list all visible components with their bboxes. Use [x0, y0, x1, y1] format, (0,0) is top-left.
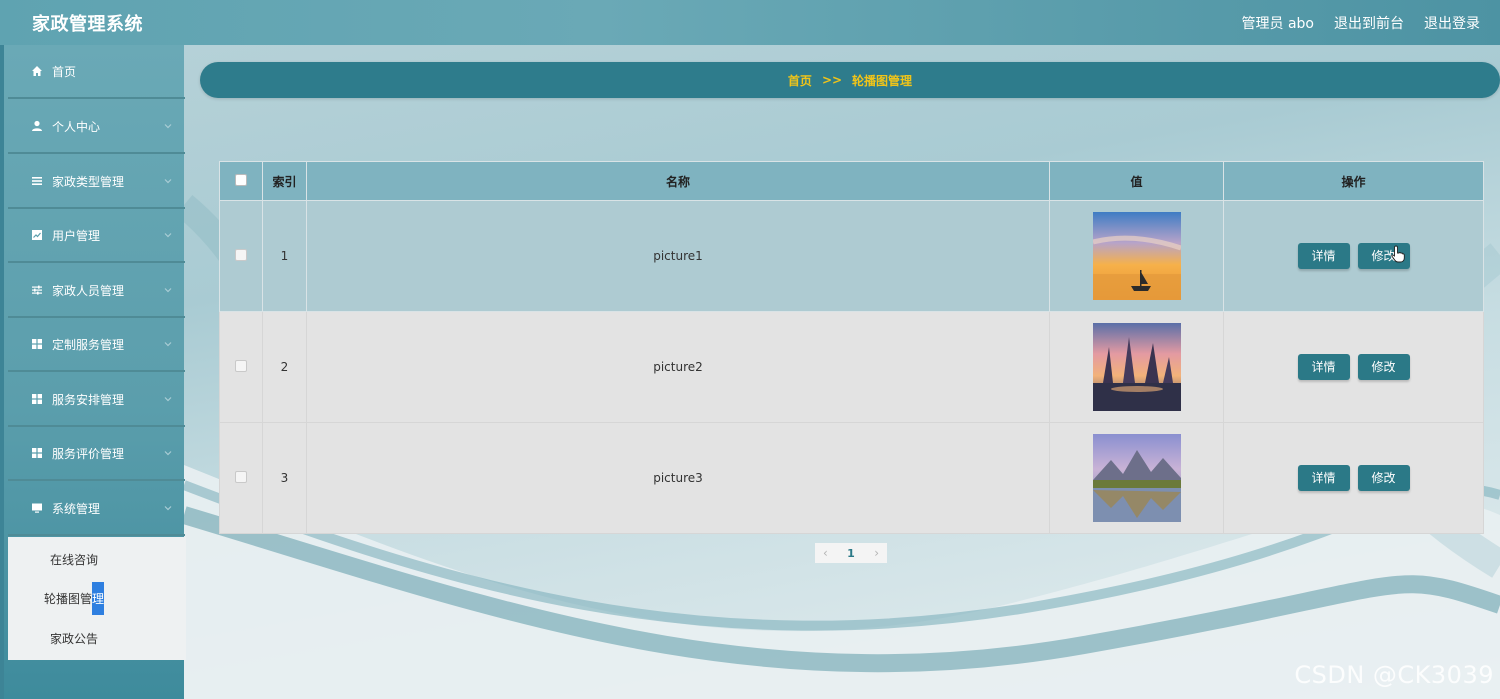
text-selection-highlight: 理 [92, 581, 105, 615]
mountain-lake-image[interactable] [1092, 434, 1181, 522]
column-header-index: 索引 [262, 161, 307, 201]
submenu-item-label: 轮播图管 [44, 591, 93, 606]
sidebar-item-label: 家政人员管理 [52, 283, 125, 298]
row-name: picture1 [306, 200, 1050, 312]
sidebar-item-label: 系统管理 [52, 501, 101, 516]
submenu-item-carousel[interactable]: 轮播图管理 [8, 578, 186, 618]
grid-icon [30, 392, 44, 406]
sidebar-item-label: 个人中心 [52, 119, 101, 134]
grid-icon [30, 446, 44, 460]
sidebar-item-label: 服务评价管理 [52, 446, 125, 461]
top-links: 管理员 abo 退出到前台 退出登录 [1242, 13, 1480, 33]
row-checkbox-cell [219, 422, 263, 534]
row-checkbox-cell [219, 200, 263, 312]
sidebar-item-custom-services[interactable]: 定制服务管理 [8, 318, 185, 372]
row-actions-cell: 详情 修改 [1223, 422, 1484, 534]
column-header-actions: 操作 [1223, 161, 1484, 201]
select-all-cell [219, 161, 263, 201]
app-title: 家政管理系统 [32, 13, 143, 35]
detail-button[interactable]: 详情 [1297, 465, 1350, 491]
row-name: picture2 [306, 311, 1050, 423]
sidebar-item-home[interactable]: 首页 [8, 45, 185, 99]
list-icon [30, 174, 44, 188]
sidebar-item-service-types[interactable]: 家政类型管理 [8, 155, 185, 209]
column-header-name: 名称 [306, 161, 1050, 201]
sidebar-item-service-schedule[interactable]: 服务安排管理 [8, 373, 185, 427]
row-value-cell [1049, 311, 1224, 423]
home-icon [30, 64, 44, 78]
chevron-down-icon [164, 342, 172, 347]
sidebar: 首页 个人中心 家政类型管理 用户管理 家政人员管理 定制服务管理 服务安排管理… [0, 45, 186, 699]
row-checkbox[interactable] [235, 359, 247, 372]
next-page-icon[interactable]: › [874, 546, 879, 560]
submenu-item-online-consult[interactable]: 在线咨询 [8, 539, 186, 579]
hand-cursor-icon [1391, 245, 1405, 263]
watermark: CSDN @CK3039 [1294, 661, 1494, 689]
chart-icon [30, 228, 44, 242]
grid-icon [30, 337, 44, 351]
chevron-down-icon [164, 451, 172, 456]
row-index: 1 [262, 200, 307, 312]
chevron-down-icon [164, 124, 172, 129]
sidebar-item-label: 用户管理 [52, 228, 101, 243]
row-value-cell [1049, 200, 1224, 312]
submenu-item-label: 在线咨询 [50, 552, 99, 567]
row-checkbox[interactable] [235, 248, 247, 261]
sunset-boat-image[interactable] [1092, 212, 1181, 300]
chevron-down-icon [164, 288, 172, 293]
sidebar-item-users[interactable]: 用户管理 [8, 209, 185, 263]
detail-button[interactable]: 详情 [1297, 243, 1350, 269]
chevron-down-icon [164, 179, 172, 184]
row-checkbox[interactable] [235, 470, 247, 483]
prev-page-icon[interactable]: ‹ [823, 546, 828, 560]
row-checkbox-cell [219, 311, 263, 423]
user-icon [30, 119, 44, 133]
sidebar-item-label: 服务安排管理 [52, 392, 125, 407]
sidebar-item-system[interactable]: 系统管理 [8, 482, 185, 536]
monitor-icon [30, 501, 44, 515]
select-all-checkbox[interactable] [235, 173, 247, 186]
logout-link[interactable]: 退出登录 [1424, 13, 1480, 33]
breadcrumb-home[interactable]: 首页 [788, 72, 812, 89]
table-row: 3 picture3 详情 修改 [219, 422, 1484, 534]
pagination: ‹ 1 › [815, 543, 887, 563]
row-index: 2 [262, 311, 307, 423]
table-header-row: 索引 名称 值 操作 [219, 161, 1484, 201]
edit-button[interactable]: 修改 [1357, 465, 1410, 491]
sidebar-item-service-reviews[interactable]: 服务评价管理 [8, 427, 185, 481]
sidebar-item-label: 首页 [52, 64, 77, 79]
table-row: 1 picture1 详情 修改 [219, 200, 1484, 312]
table-row: 2 picture2 详情 修改 [219, 311, 1484, 423]
page-number[interactable]: 1 [847, 547, 855, 560]
fantasy-rocks-image[interactable] [1092, 323, 1181, 411]
column-header-value: 值 [1049, 161, 1224, 201]
chevron-down-icon [164, 506, 172, 511]
carousel-table: 索引 名称 值 操作 1 picture1 详情 修改 2 picture2 详… [219, 161, 1484, 534]
sliders-icon [30, 283, 44, 297]
sidebar-item-profile[interactable]: 个人中心 [8, 100, 185, 154]
row-index: 3 [262, 422, 307, 534]
sidebar-item-label: 定制服务管理 [52, 337, 125, 352]
chevron-down-icon [164, 233, 172, 238]
sidebar-item-staff[interactable]: 家政人员管理 [8, 264, 185, 318]
edit-button[interactable]: 修改 [1357, 354, 1410, 380]
breadcrumb: 首页 >> 轮播图管理 [200, 62, 1500, 98]
sidebar-item-label: 家政类型管理 [52, 174, 125, 189]
row-name: picture3 [306, 422, 1050, 534]
row-actions-cell: 详情 修改 [1223, 311, 1484, 423]
row-actions-cell: 详情 修改 [1223, 200, 1484, 312]
detail-button[interactable]: 详情 [1297, 354, 1350, 380]
go-frontend-link[interactable]: 退出到前台 [1334, 13, 1404, 33]
chevron-down-icon [164, 397, 172, 402]
top-bar: 家政管理系统 管理员 abo 退出到前台 退出登录 [0, 0, 1500, 45]
admin-user-link[interactable]: 管理员 abo [1242, 13, 1314, 33]
system-submenu: 在线咨询 轮播图管理 家政公告 [8, 537, 186, 660]
submenu-item-label: 家政公告 [50, 631, 99, 646]
submenu-item-notices[interactable]: 家政公告 [8, 618, 186, 658]
breadcrumb-separator: >> [821, 73, 843, 87]
row-value-cell [1049, 422, 1224, 534]
breadcrumb-current: 轮播图管理 [852, 73, 913, 88]
